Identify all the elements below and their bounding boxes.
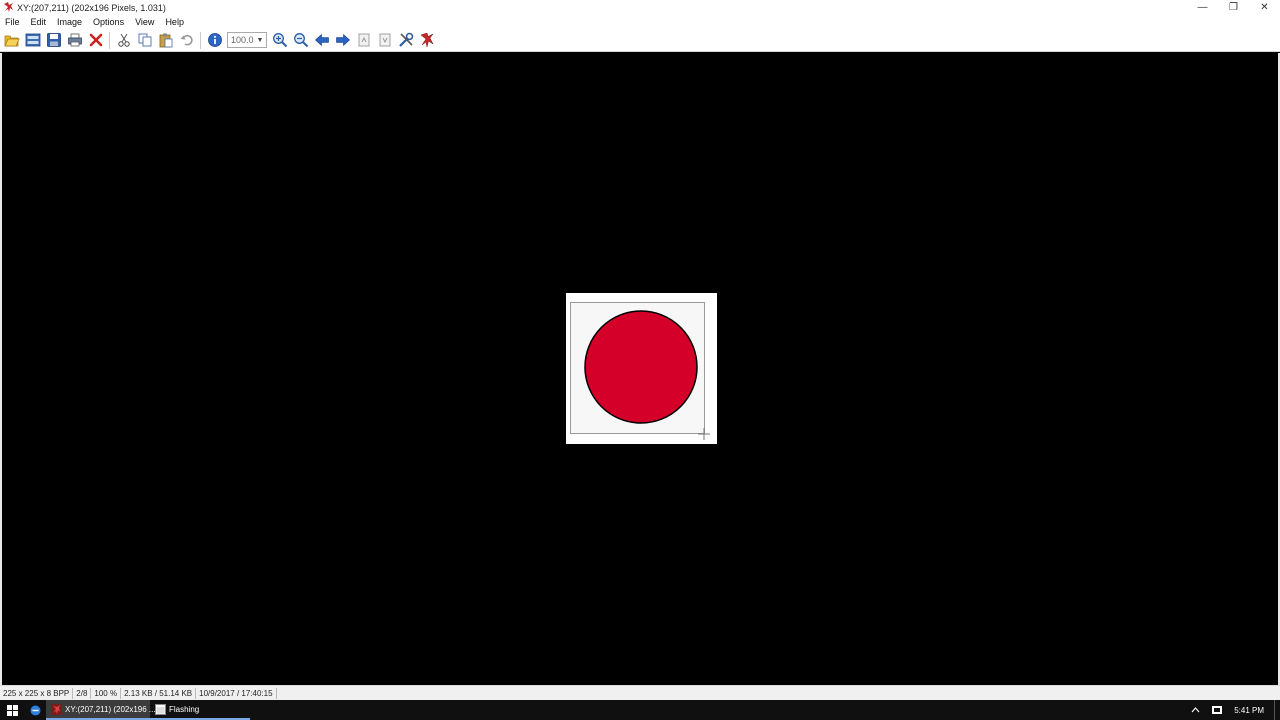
show-hidden-icons-button[interactable] <box>1185 707 1206 713</box>
taskbar-item-image-viewer[interactable]: XY:(207,211) (202x196 ... <box>46 700 156 720</box>
status-zoom: 100 % <box>91 687 122 699</box>
app-logo-icon[interactable] <box>2 2 14 14</box>
taskbar: XY:(207,211) (202x196 ... Flashing 5:41 … <box>0 700 1280 720</box>
undo-button[interactable] <box>176 30 197 51</box>
menu-help[interactable]: Help <box>165 17 184 27</box>
close-button[interactable]: ✕ <box>1249 0 1280 15</box>
open-button[interactable] <box>1 30 22 51</box>
info-icon <box>207 33 222 47</box>
last-page-icon <box>379 33 390 47</box>
status-datetime: 10/9/2017 / 17:40:15 <box>196 687 277 699</box>
zoom-in-icon <box>272 33 287 48</box>
previous-icon <box>314 33 329 47</box>
menu-view[interactable]: View <box>135 17 154 27</box>
status-page: 2/8 <box>73 687 92 699</box>
start-button[interactable] <box>0 700 24 720</box>
menu-edit[interactable]: Edit <box>31 17 47 27</box>
cut-icon <box>117 33 130 47</box>
status-dimensions: 225 x 225 x 8 BPP <box>0 687 74 699</box>
zoom-out-icon <box>293 33 308 48</box>
next-icon <box>335 33 350 47</box>
window-controls: — ❐ ✕ <box>1187 0 1280 15</box>
zoom-input[interactable] <box>228 33 254 47</box>
zoom-in-button[interactable] <box>269 30 290 51</box>
last-page-button[interactable] <box>374 30 395 51</box>
settings-icon <box>398 32 413 47</box>
previous-button[interactable] <box>311 30 332 51</box>
about-button[interactable] <box>416 30 437 51</box>
open-folder-icon <box>3 35 20 47</box>
menu-bar: File Edit Image Options View Help <box>0 15 1280 29</box>
status-bar: 225 x 225 x 8 BPP 2/8 100 % 2.13 KB / 51… <box>0 685 1280 700</box>
window-title: XY:(207,211) (202x196 Pixels, 1.031) <box>17 2 166 13</box>
status-size: 2.13 KB / 51.14 KB <box>121 687 197 699</box>
delete-icon <box>89 33 102 47</box>
thumbnails-button[interactable] <box>22 30 43 51</box>
save-icon <box>46 33 61 47</box>
minimize-button[interactable]: — <box>1187 0 1218 15</box>
title-bar: XY:(207,211) (202x196 Pixels, 1.031) — ❐… <box>0 0 1280 15</box>
toolbar-separator <box>109 31 110 49</box>
taskbar-item-label: XY:(207,211) (202x196 ... <box>65 704 156 714</box>
settings-button[interactable] <box>395 30 416 51</box>
copy-icon <box>138 33 151 47</box>
info-button[interactable] <box>204 30 225 51</box>
taskbar-item-label: Flashing <box>169 704 200 714</box>
next-button[interactable] <box>332 30 353 51</box>
taskbar-clock[interactable]: 5:41 PM <box>1228 706 1270 715</box>
display-icon <box>1212 705 1223 714</box>
chevron-up-icon <box>1191 707 1200 713</box>
paste-icon <box>159 33 172 48</box>
app-logo-icon <box>419 32 434 48</box>
red-circle <box>584 310 698 424</box>
browser-taskbar-button[interactable] <box>24 700 46 720</box>
browser-icon <box>30 705 40 715</box>
menu-options[interactable]: Options <box>93 17 124 27</box>
menu-file[interactable]: File <box>5 17 20 27</box>
copy-button[interactable] <box>134 30 155 51</box>
zoom-out-button[interactable] <box>290 30 311 51</box>
cut-button[interactable] <box>113 30 134 51</box>
paste-button[interactable] <box>155 30 176 51</box>
print-icon <box>67 33 82 47</box>
first-page-button[interactable] <box>353 30 374 51</box>
save-button[interactable] <box>43 30 64 51</box>
image-frame <box>566 293 717 444</box>
restore-button[interactable]: ❐ <box>1218 0 1249 15</box>
chevron-down-icon[interactable]: ▼ <box>255 33 265 47</box>
first-page-icon <box>358 33 369 47</box>
app-logo-icon <box>51 703 62 715</box>
zoom-combo[interactable]: ▼ <box>227 32 267 48</box>
undo-icon <box>180 34 193 46</box>
show-desktop-button[interactable] <box>1274 700 1280 720</box>
crosshair-cursor-icon <box>698 428 710 440</box>
menu-image[interactable]: Image <box>57 17 82 27</box>
system-tray: 5:41 PM <box>1185 700 1280 720</box>
toolbar-separator <box>200 31 201 49</box>
taskbar-item-flashing[interactable]: Flashing <box>150 700 250 720</box>
image-content <box>570 302 705 434</box>
toolbar: ▼ <box>0 29 1280 52</box>
windows-logo-icon <box>6 704 18 716</box>
image-canvas[interactable] <box>0 53 1280 685</box>
window-icon <box>155 703 166 715</box>
red-circle-image <box>584 310 698 424</box>
print-button[interactable] <box>64 30 85 51</box>
tray-window-icon[interactable] <box>1206 705 1228 715</box>
delete-button[interactable] <box>85 30 106 51</box>
thumbnails-icon <box>25 33 40 47</box>
